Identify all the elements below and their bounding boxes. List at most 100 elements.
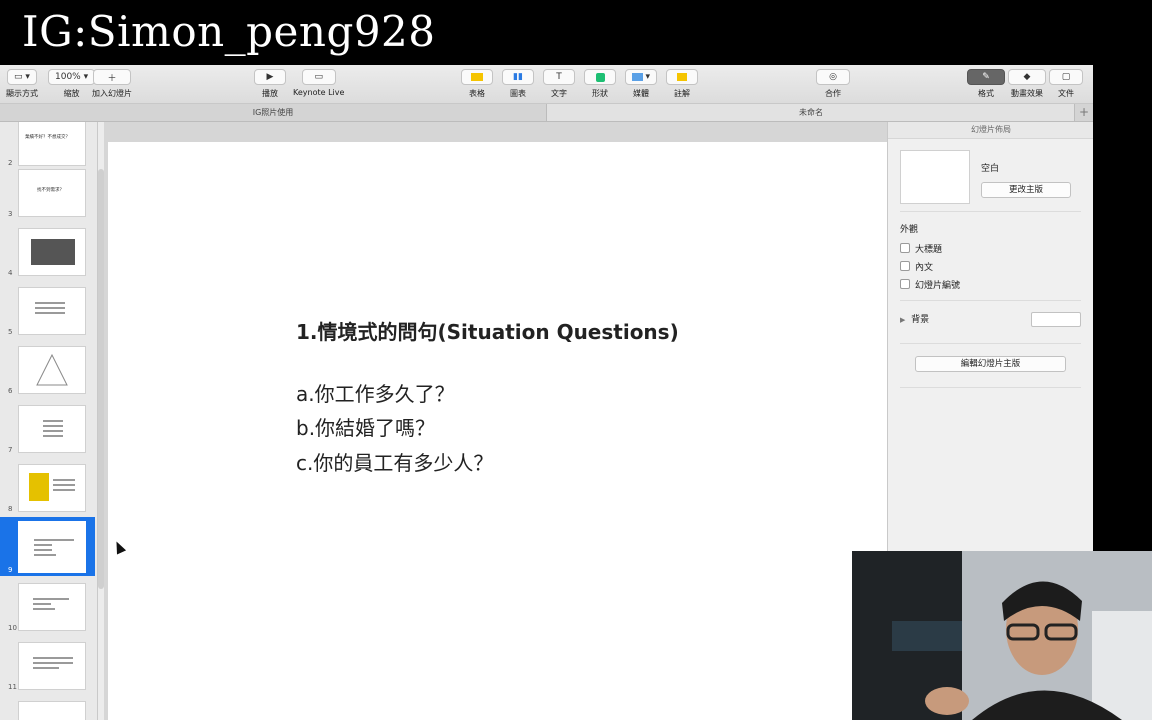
chart-icon: ▮▮ — [502, 69, 534, 85]
pyramid-icon — [36, 353, 68, 386]
title-checkbox[interactable]: 大標題 — [900, 239, 1082, 257]
layout-name: 空白 — [981, 164, 1000, 174]
checkbox-box — [900, 279, 910, 289]
chart-button[interactable]: ▮▮ 圖表 — [502, 69, 534, 99]
add-slide-button[interactable]: ＋ 加入幻燈片 — [92, 69, 132, 99]
slide-preview: 找不到需求？ — [18, 169, 86, 217]
text-label: 文字 — [551, 89, 567, 98]
change-master-button[interactable]: 更改主版 — [981, 182, 1071, 198]
watermark-title: IG:Simon_peng928 — [22, 7, 436, 56]
slide-number: 10 — [8, 624, 17, 632]
checkbox-box — [900, 261, 910, 271]
slide-thumbnail-7[interactable]: 7 — [0, 401, 95, 456]
table-label: 表格 — [469, 89, 485, 98]
keynote-live-button[interactable]: ▭ Keynote Live — [293, 69, 344, 97]
text-button[interactable]: T 文字 — [543, 69, 575, 99]
comment-button[interactable]: 註解 — [666, 69, 698, 99]
slide-preview — [18, 701, 86, 720]
slide-number: 7 — [8, 446, 13, 454]
shape-label: 形狀 — [592, 89, 608, 98]
slide-preview — [18, 405, 86, 453]
zoom-value: 100% ▾ — [48, 69, 96, 85]
new-tab-plus-icon[interactable]: + — [1074, 104, 1093, 121]
slide-thumbnail-10[interactable]: 10 — [0, 579, 95, 634]
appearance-label: 外觀 — [900, 225, 919, 235]
shape-button[interactable]: 形狀 — [584, 69, 616, 99]
divider — [900, 211, 1081, 212]
slide-thumbnail-8[interactable]: 8 — [0, 460, 95, 515]
slide-number: 4 — [8, 269, 13, 277]
format-button[interactable]: ✎ 格式 — [967, 69, 1005, 99]
view-menu[interactable]: ▭ ▾ 顯示方式 — [6, 69, 38, 99]
slide-thumbnail-5[interactable]: 5 — [0, 283, 95, 338]
photo-thumbnail — [31, 239, 75, 265]
view-icon: ▭ ▾ — [7, 69, 37, 85]
slide-thumbnail-6[interactable]: 6 — [0, 342, 95, 397]
plus-icon: ＋ — [93, 69, 131, 85]
slide-thumbnail-4[interactable]: 4 — [0, 224, 95, 279]
thumbnail-text: 業績不好？不想成交？ — [25, 135, 70, 140]
slide-thumbnail-2[interactable]: 業績不好？不想成交？ 2 — [0, 122, 95, 169]
slide-preview — [18, 228, 86, 276]
webcam-overlay — [852, 551, 1152, 720]
table-icon — [461, 69, 493, 85]
format-icon: ✎ — [967, 69, 1005, 85]
checkbox-label: 大標題 — [915, 244, 943, 255]
document-button[interactable]: ▢ 文件 — [1049, 69, 1083, 99]
slide-number-checkbox[interactable]: 幻燈片編號 — [900, 275, 1082, 293]
slide-preview — [18, 464, 86, 512]
text-lines — [53, 479, 75, 494]
tab-untitled[interactable]: 未命名 — [547, 104, 1075, 121]
table-button[interactable]: 表格 — [461, 69, 493, 99]
slide-bullet-a[interactable]: a.你工作多久了？ — [296, 378, 455, 407]
document-label: 文件 — [1058, 89, 1074, 98]
slide-number: 5 — [8, 328, 13, 336]
background-color-well[interactable] — [1031, 312, 1081, 327]
presenter-video — [852, 551, 1152, 720]
text-lines — [34, 539, 74, 559]
play-button[interactable]: ▶ 播放 — [254, 69, 286, 99]
slide-navigator[interactable]: 業績不好？不想成交？ 2 找不到需求？ 3 4 5 6 7 8 9 10 11 — [0, 122, 98, 720]
slide-preview — [18, 346, 86, 394]
tab-ig-photos[interactable]: IG照片使用 — [0, 104, 547, 121]
comment-icon — [666, 69, 698, 85]
slide-preview — [18, 583, 86, 631]
slide-thumbnail-11[interactable]: 11 — [0, 638, 95, 693]
slide-heading[interactable]: 1.情境式的問句(Situation Questions) — [296, 316, 679, 345]
inspector-header: 幻燈片佈局 — [888, 122, 1093, 139]
slide-thumbnail-3[interactable]: 找不到需求？ 3 — [0, 165, 95, 220]
text-lines — [33, 657, 73, 672]
slide-preview — [18, 642, 86, 690]
play-icon: ▶ — [254, 69, 286, 85]
text-lines — [43, 420, 63, 440]
add-slide-label: 加入幻燈片 — [92, 89, 132, 98]
slide-thumbnail-9[interactable]: 9 — [0, 517, 95, 576]
image-thumbnail — [29, 473, 49, 501]
view-label: 顯示方式 — [6, 89, 38, 98]
layout-preview[interactable] — [900, 150, 970, 204]
thumbnail-text: 找不到需求？ — [37, 188, 64, 193]
divider — [900, 387, 1081, 388]
collaborate-button[interactable]: ◎ 合作 — [816, 69, 850, 99]
body-checkbox[interactable]: 內文 — [900, 257, 1082, 275]
keynote-live-icon: ▭ — [301, 69, 336, 85]
checkbox-label: 幻燈片編號 — [915, 280, 961, 291]
edit-slide-master-button[interactable]: 編輯幻燈片主版 — [915, 356, 1066, 372]
slide-bullet-c[interactable]: c.你的員工有多少人？ — [296, 447, 493, 476]
animate-icon: ◆ — [1008, 69, 1046, 85]
checkbox-label: 內文 — [915, 262, 934, 273]
animate-label: 動畫效果 — [1011, 89, 1043, 98]
background-label: 背景 — [911, 315, 930, 325]
animate-button[interactable]: ◆ 動畫效果 — [1008, 69, 1046, 99]
text-lines — [35, 302, 65, 317]
slide-thumbnail-12[interactable] — [0, 697, 95, 720]
media-label: 媒體 — [633, 89, 649, 98]
media-button[interactable]: ▾ 媒體 — [625, 69, 657, 99]
slide-bullet-b[interactable]: b.你結婚了嗎？ — [296, 412, 435, 441]
tab-bar: IG照片使用 未命名 + — [0, 104, 1093, 122]
slide-canvas[interactable]: 1.情境式的問句(Situation Questions) a.你工作多久了？ … — [108, 142, 887, 720]
format-label: 格式 — [978, 89, 994, 98]
slide-preview — [18, 521, 86, 573]
slide-number: 11 — [8, 683, 17, 691]
zoom-menu[interactable]: 100% ▾ 縮放 — [48, 69, 96, 99]
